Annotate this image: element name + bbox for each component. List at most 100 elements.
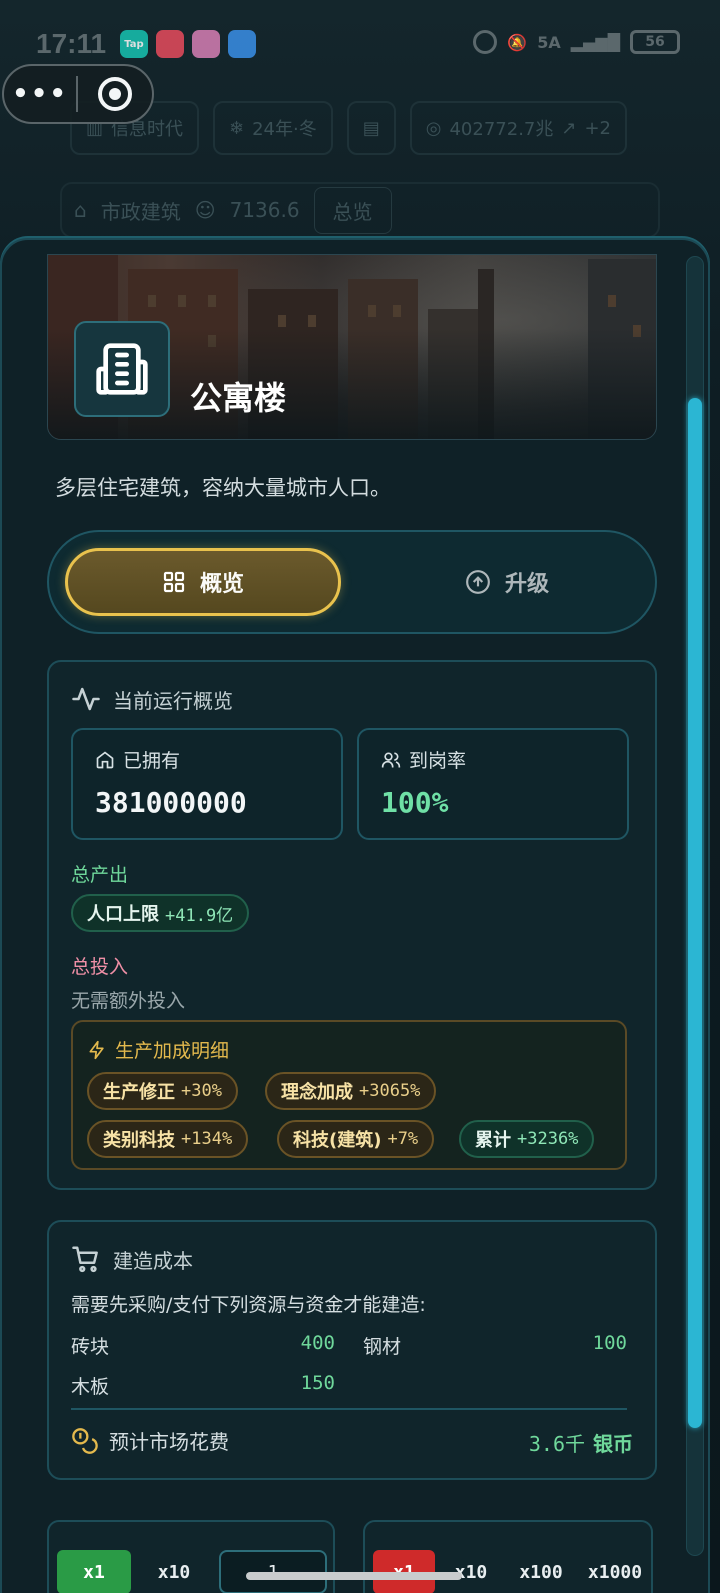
building-description: 多层住宅建筑，容纳大量城市人口。 [55,476,391,500]
reader-app-icon [156,30,184,58]
season-pill: ❄ 24年·冬 [213,101,333,155]
staffing-rate-stat: 到岗率 100% [357,728,629,840]
build-quantity-selector: x1 x10 1 [47,1520,335,1593]
build-cost-title: 建造成本 [113,1248,193,1273]
build-cost-header: 建造成本 [71,1244,193,1274]
grid-icon [163,571,185,593]
population-cap-chip: 人口上限 +41.9亿 [71,894,250,932]
staffing-label: 到岗率 [409,750,467,772]
population-cap-name: 人口上限 [87,904,159,925]
book-app-icon [192,30,220,58]
cost-divider [71,1408,627,1410]
run-overview-title: 当前运行概览 [113,688,233,713]
arrow-up-circle-icon [466,570,490,594]
users-icon [381,752,401,767]
bonus-value: +3065% [359,1081,421,1101]
battery-icon: 56 [630,30,680,54]
qty-x1-button[interactable]: x1 [57,1550,131,1593]
market-cost-row: 预计市场花费 [71,1426,229,1455]
bonus-value: +7% [387,1129,419,1149]
cart-icon [72,1246,98,1273]
build-cost-card: 建造成本 需要先采购/支付下列资源与资金才能建造: 砖块 400 钢材 100 … [47,1220,657,1480]
activity-icon [72,687,100,711]
market-cost-value-row: 3.6千 银币 [529,1428,633,1457]
resource-amount: 400 [300,1332,335,1354]
bonus-name: 生产修正 [103,1082,175,1103]
tap-app-icon: Tap [120,30,148,58]
owned-stat: 已拥有 381000000 [71,728,343,840]
total-input-label: 总投入 [71,956,129,978]
tab-overview-label: 概览 [199,572,244,597]
bonus-chip: 理念加成 +3065% [265,1072,437,1110]
nav-title: 市政建筑 [100,199,181,224]
background-topbar: ▥ 信息时代 ❄ 24年·冬 ▤ ◎ 402772.7兆 ↗ +2 [70,100,720,156]
background-nav: ⌂ 市政建筑 ☺ 7136.6 总览 [60,182,660,238]
resource-name: 砖块 [71,1336,110,1358]
trend-icon: ↗ [561,117,577,139]
bonus-value: +30% [181,1081,222,1101]
alarm-icon [473,30,498,54]
season-label: 24年·冬 [252,119,317,140]
target-icon [98,77,132,111]
production-bonus-header: 生产加成明细 [87,1036,229,1063]
money-label: 402772.7兆 [449,119,554,140]
resource-amount: 100 [592,1332,627,1354]
status-app-icons: Tap [120,30,256,58]
miniprogram-capsule: ••• [2,64,154,124]
bonus-name: 类别科技 [103,1130,175,1151]
status-indicators: 🔕 5A ▂▄▆█ 56 [473,30,680,54]
home-icon: ⌂ [74,198,87,222]
nav-count: 7136.6 [229,198,300,222]
money-delta: +2 [584,117,612,139]
coins-icon: ◎ [425,117,442,139]
no-input-text: 无需额外投入 [71,990,186,1012]
home-indicator[interactable] [246,1572,462,1580]
staffing-value: 100% [381,786,449,819]
qty-x10-button[interactable]: x10 [141,1550,207,1593]
users-icon: ☺ [194,198,216,222]
building-detail-panel: 公寓楼 多层住宅建筑，容纳大量城市人口。 概览 升级 当前运行概览 已拥有 38… [0,238,710,1593]
bonus-name: 理念加成 [281,1082,353,1103]
owned-label: 已拥有 [123,750,181,772]
demolish-quantity-selector: x1 x10 x100 x1000 [363,1520,653,1593]
more-menu-button[interactable]: ••• [4,79,76,109]
money-pill: ◎ 402772.7兆 ↗ +2 [409,101,628,155]
qty-x100-button[interactable]: x100 [505,1550,577,1593]
network-label: 5A [537,32,561,52]
bonus-chip: 类别科技 +134% [87,1120,249,1158]
resource-name: 木板 [71,1376,110,1398]
scrollbar-thumb[interactable] [688,398,702,1428]
owned-label-row: 已拥有 [95,746,180,773]
bonus-name: 科技(建筑) [293,1130,382,1151]
mute-icon: 🔕 [507,32,528,52]
staffing-label-row: 到岗率 [381,746,466,773]
ledger-pill: ▤ [346,101,396,155]
market-cost-unit: 银币 [593,1432,633,1456]
building-title: 公寓楼 [190,379,287,417]
market-cost-value: 3.6千 [528,1432,585,1456]
bonus-chip: 科技(建筑) +7% [277,1120,435,1158]
coins-icon [72,1427,98,1454]
tab-upgrade[interactable]: 升级 [369,548,645,616]
run-overview-header: 当前运行概览 [71,684,233,714]
close-miniprogram-button[interactable] [78,77,152,111]
population-cap-value: +41.9亿 [165,905,234,926]
production-bonus-title: 生产加成明细 [115,1040,230,1062]
run-overview-card: 当前运行概览 已拥有 381000000 到岗率 100% 总产出 人口上限 +… [47,660,657,1190]
nav-tab-overview: 总览 [313,186,392,234]
ledger-icon: ▤ [362,117,380,139]
tab-overview[interactable]: 概览 [65,548,341,616]
home-icon [96,750,114,768]
weather-app-icon [228,30,256,58]
bonus-chip: 生产修正 +30% [87,1072,238,1110]
lightning-icon [89,1040,104,1059]
bonus-total-chip: 累计 +3236% [459,1120,595,1158]
signal-icon: ▂▄▆█ [570,32,620,52]
tab-upgrade-label: 升级 [504,572,549,597]
bonus-total-value: +3236% [517,1129,579,1149]
bonus-value: +134% [181,1129,233,1149]
detail-tabs: 概览 升级 [47,530,657,634]
build-cost-note: 需要先采购/支付下列资源与资金才能建造: [71,1294,426,1316]
qty-x1000-button[interactable]: x1000 [577,1550,653,1593]
market-cost-label: 预计市场花费 [109,1430,229,1454]
